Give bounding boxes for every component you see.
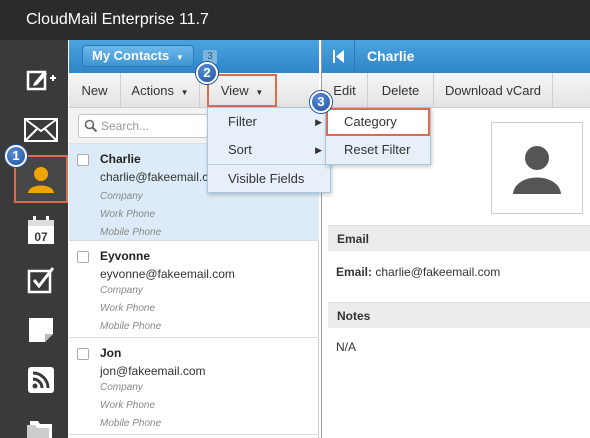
calendar-button[interactable]: 07 [14,206,68,254]
download-vcard-button[interactable]: Download vCard [434,73,552,108]
menu-item-visible-fields[interactable]: Visible Fields [208,164,330,192]
email-value[interactable]: charlie@fakeemail.com [375,265,500,279]
view-dropdown-menu: Filter ▶ Sort ▶ Visible Fields [207,107,331,193]
calendar-icon-date: 07 [34,230,48,244]
contact-name: Charlie [100,152,141,166]
app-title: CloudMail Enterprise 11.7 [26,11,209,28]
contact-name: Eyvonne [100,249,151,263]
tasks-icon [27,267,55,294]
menu-item-label: Filter [228,114,257,129]
contact-checkbox[interactable] [77,251,89,263]
contact-company: Company [100,285,143,296]
notes-icon [29,318,53,342]
toolbar-divider [552,73,553,108]
detail-toolbar: Edit Delete Download vCard [322,73,590,108]
folders-button[interactable] [14,404,68,438]
my-contacts-label: My Contacts [92,48,170,63]
notes-section-header: Notes [328,302,590,328]
submenu-item-category[interactable]: Category [326,108,430,136]
contact-work-phone: Work Phone [100,209,156,220]
contact-company: Company [100,191,143,202]
contacts-list-panel: My Contacts ▼ 3 New Actions ▼ View ▼ Cha… [69,40,319,438]
menu-item-filter[interactable]: Filter ▶ [208,108,330,136]
chevron-right-icon: ▶ [315,145,322,155]
contact-email: jon@fakeemail.com [100,364,206,378]
email-label: Email: [336,265,373,279]
view-button[interactable]: View ▼ [206,73,278,108]
calendar-icon: 07 [28,216,54,244]
rss-icon [28,367,54,393]
detail-header: Charlie [322,40,590,73]
list-toolbar: New Actions ▼ View ▼ [69,73,319,108]
step-marker-3: 3 [310,91,332,113]
actions-button[interactable]: Actions ▼ [121,73,199,108]
contact-avatar [491,122,583,214]
contact-email: eyvonne@fakeemail.com [100,267,235,281]
contact-checkbox[interactable] [77,348,89,360]
step-marker-1: 1 [5,145,27,167]
contact-row-eyvonne[interactable]: Eyvonne eyvonne@fakeemail.com Company Wo… [69,241,319,338]
contacts-icon [28,167,54,193]
delete-button[interactable]: Delete [368,73,433,108]
search-box[interactable] [78,114,208,138]
email-section-header: Email [328,225,590,251]
chevron-down-icon: ▼ [175,53,184,62]
compose-button[interactable] [14,56,68,104]
notes-button[interactable] [14,306,68,354]
rss-button[interactable] [14,356,68,404]
folders-icon [27,421,52,438]
contact-mobile-phone: Mobile Phone [100,321,162,332]
email-row: Email: charlie@fakeemail.com [336,265,500,279]
step-marker-2: 2 [196,62,218,84]
person-placeholder-icon [513,146,561,194]
filter-submenu: Category Reset Filter [325,107,431,165]
search-icon [84,119,98,133]
contact-mobile-phone: Mobile Phone [100,418,162,429]
contact-work-phone: Work Phone [100,303,156,314]
notes-value: N/A [336,340,357,354]
new-button[interactable]: New [69,73,120,108]
collapse-button[interactable] [322,40,355,73]
my-contacts-button[interactable]: My Contacts ▼ [82,45,194,67]
search-input[interactable] [101,118,201,134]
contact-row-jon[interactable]: Jon jon@fakeemail.com Company Work Phone… [69,338,319,435]
contact-mobile-phone: Mobile Phone [100,227,162,238]
title-bar: CloudMail Enterprise 11.7 [0,0,590,40]
submenu-item-reset-filter[interactable]: Reset Filter [326,136,430,164]
contact-detail-panel: Charlie Edit Delete Download vCard Email… [321,40,590,438]
list-header: My Contacts ▼ 3 [69,40,319,73]
menu-item-label: Sort [228,142,252,157]
menu-item-label: Visible Fields [228,171,305,186]
menu-item-sort[interactable]: Sort ▶ [208,136,330,164]
contact-name: Jon [100,346,122,360]
contact-company: Company [100,382,143,393]
contact-checkbox[interactable] [77,154,89,166]
tasks-button[interactable] [14,256,68,304]
mail-icon [24,118,58,142]
view-label: View [220,83,249,98]
actions-label: Actions [131,83,175,98]
compose-icon [26,70,56,91]
chevron-down-icon: ▼ [180,88,189,97]
collapse-left-icon [333,50,344,63]
detail-title: Charlie [367,48,415,64]
chevron-down-icon: ▼ [255,88,264,97]
contact-work-phone: Work Phone [100,400,156,411]
